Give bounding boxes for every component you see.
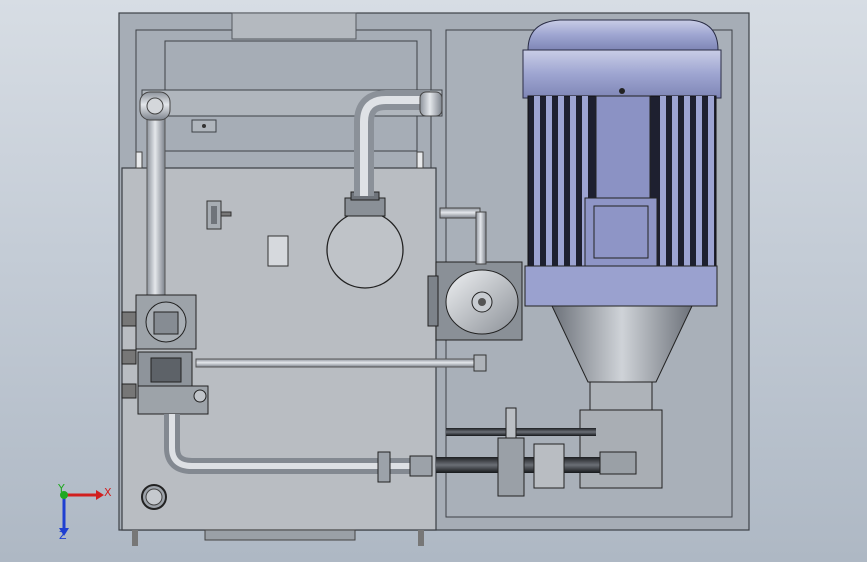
z-axis-label: Z [59, 529, 67, 542]
sight-glass[interactable] [267, 235, 289, 267]
x-axis-label: X [104, 486, 112, 499]
hydraulic-unit-model[interactable] [0, 0, 867, 562]
tank-top-cover[interactable] [231, 12, 357, 40]
gear-pump[interactable] [427, 261, 523, 341]
electric-motor[interactable] [522, 19, 722, 307]
cad-viewport[interactable]: X Y Z [0, 0, 867, 562]
drain-plug[interactable] [141, 484, 167, 510]
y-axis-label: Y [58, 482, 65, 495]
